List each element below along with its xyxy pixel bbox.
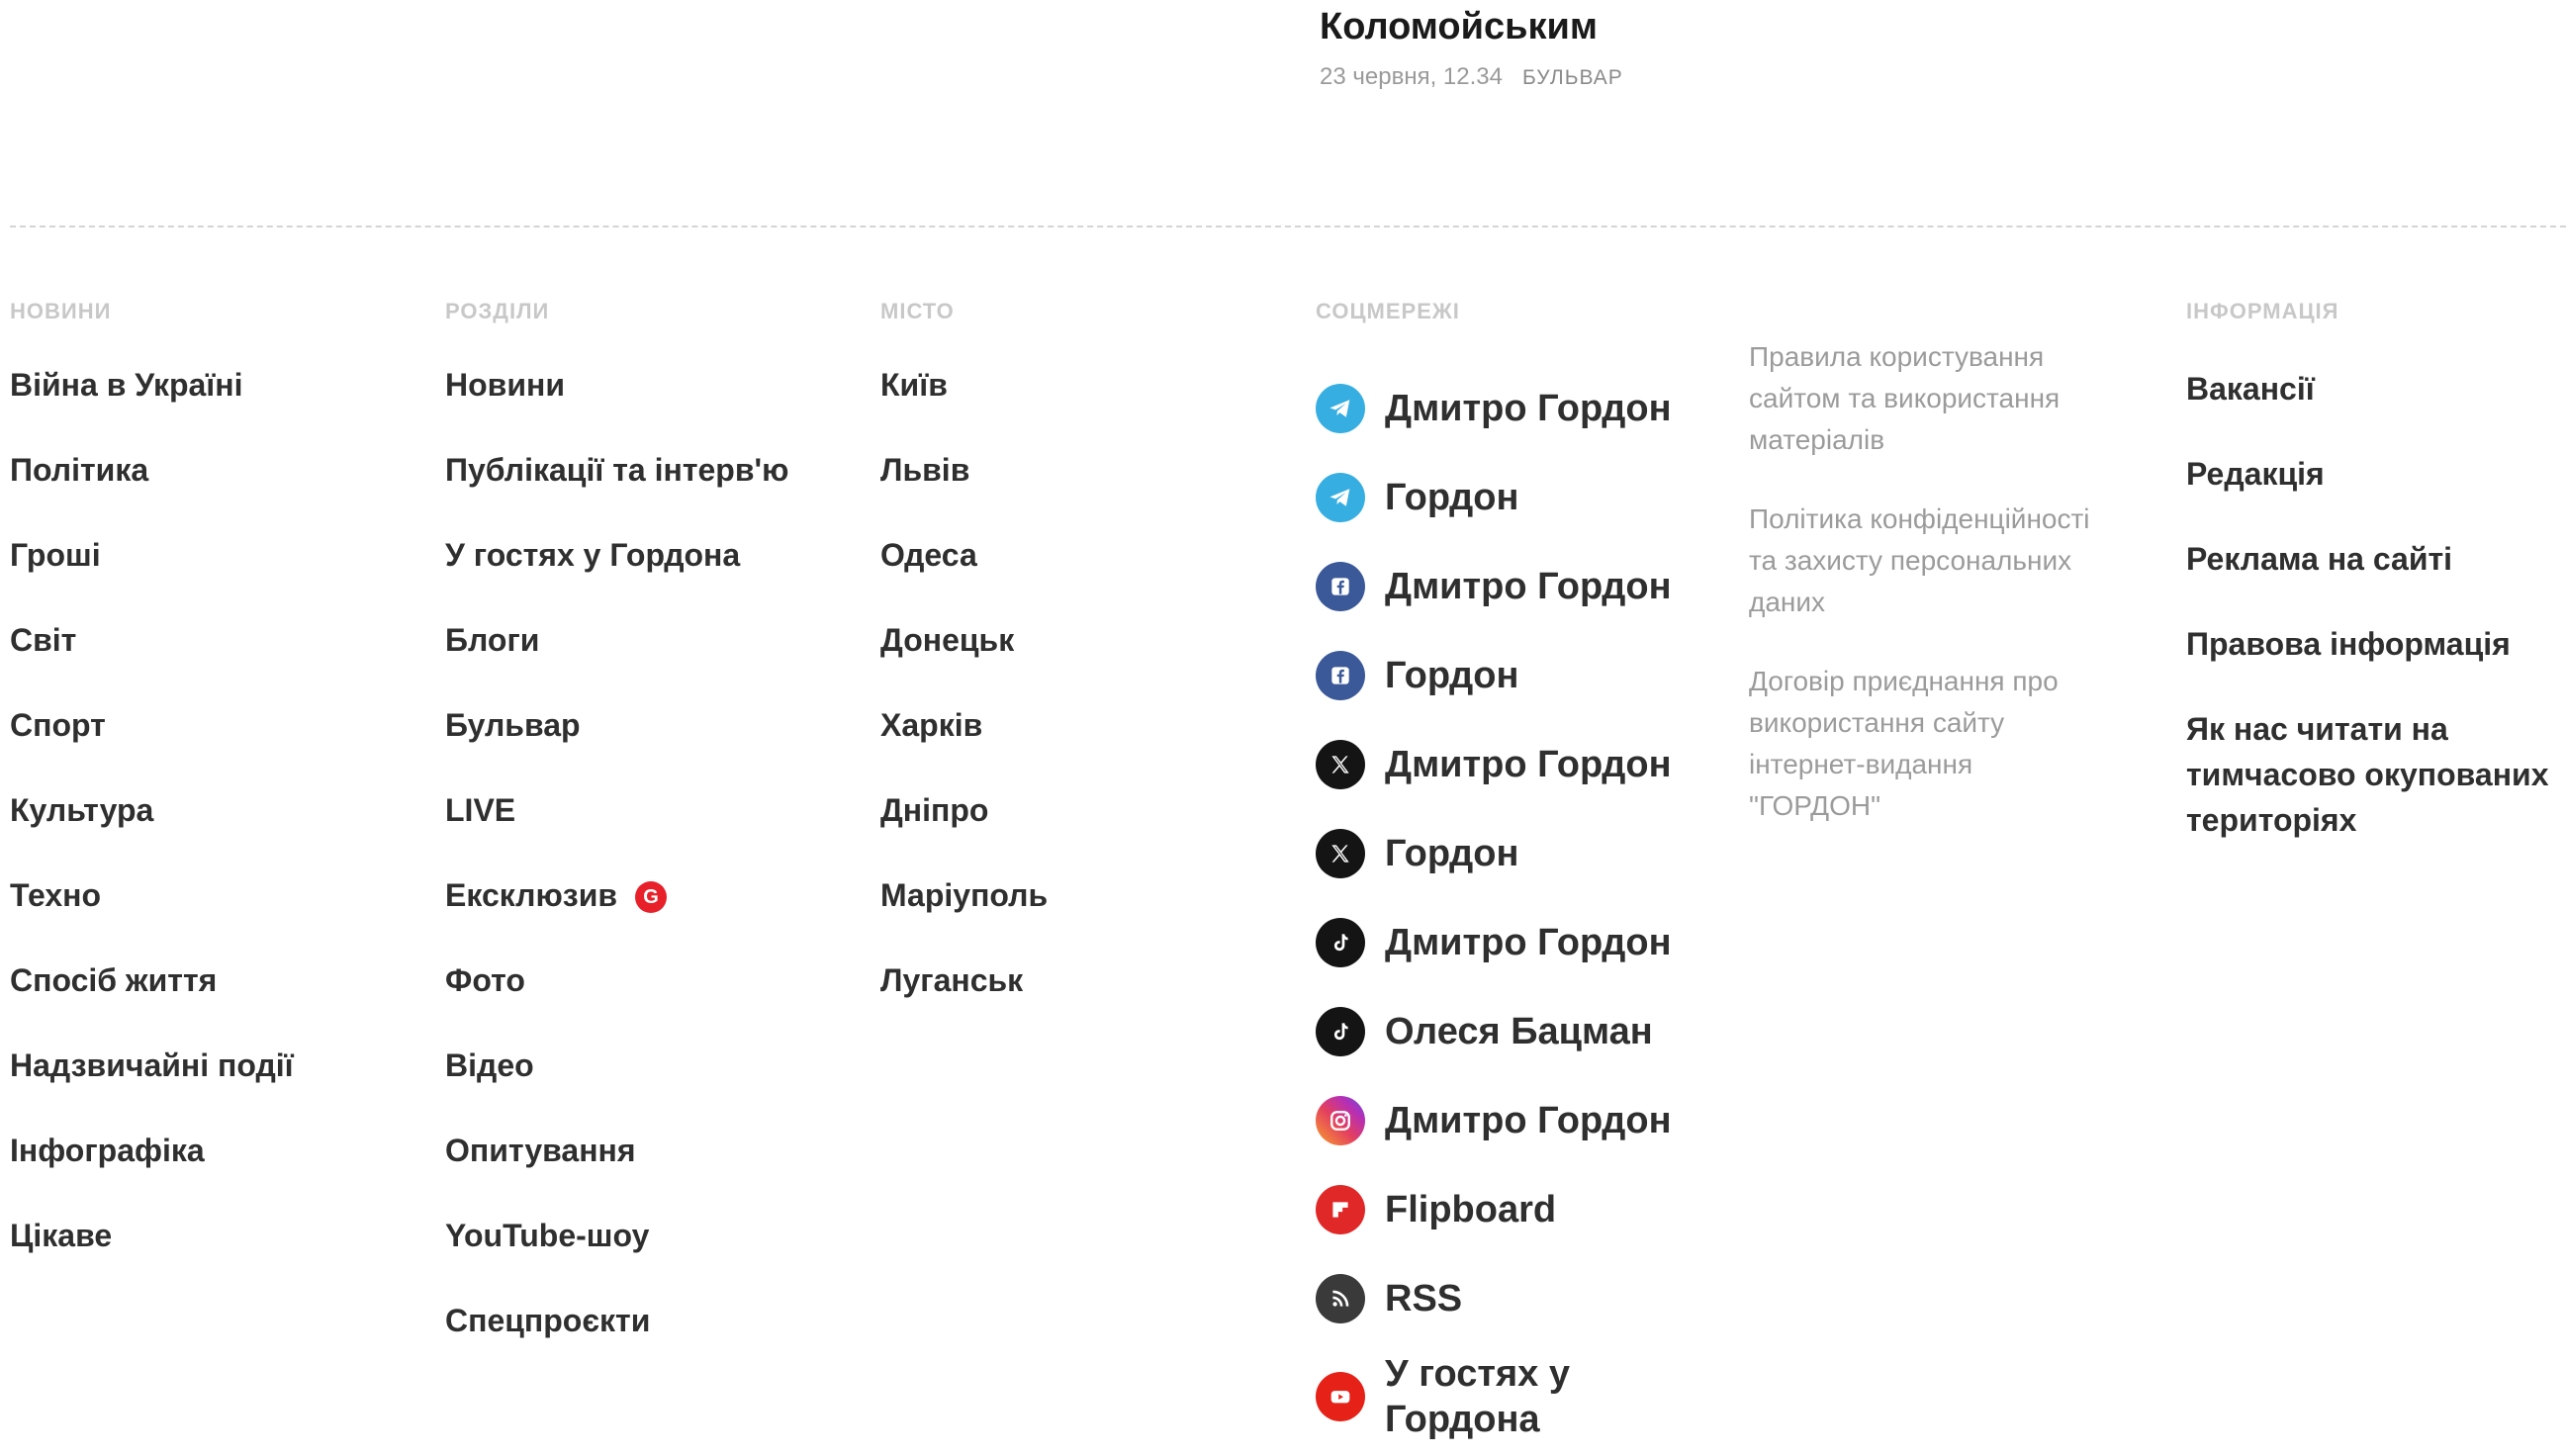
footer-info-column: ІНФОРМАЦІЯ Вакансії Редакція Реклама на … bbox=[2186, 297, 2566, 882]
news-heading: НОВИНИ bbox=[10, 299, 112, 323]
info-heading: ІНФОРМАЦІЯ bbox=[2186, 299, 2339, 323]
social-label: Дмитро Гордон bbox=[1385, 1100, 1672, 1141]
social-label: Дмитро Гордон bbox=[1385, 566, 1672, 607]
sections-item[interactable]: Відео bbox=[445, 1046, 861, 1132]
accession-agreement-link[interactable]: Договір приєднання про використання сайт… bbox=[1749, 661, 2105, 827]
social-label: Гордон bbox=[1385, 477, 1519, 518]
telegram-icon bbox=[1316, 384, 1365, 433]
news-item[interactable]: Спосіб життя bbox=[10, 961, 425, 1046]
news-item[interactable]: Війна в Україні bbox=[10, 366, 425, 451]
sections-item[interactable]: Бульвар bbox=[445, 706, 861, 791]
social-label: Гордон bbox=[1385, 833, 1519, 874]
news-item[interactable]: Світ bbox=[10, 621, 425, 706]
facebook-icon bbox=[1316, 562, 1365, 611]
city-item[interactable]: Одеса bbox=[880, 536, 1276, 621]
social-label: Дмитро Гордон bbox=[1385, 388, 1672, 429]
social-label: Flipboard bbox=[1385, 1189, 1557, 1230]
news-item[interactable]: Надзвичайні події bbox=[10, 1046, 425, 1132]
city-list: Київ Львів Одеса Донецьк Харків Дніпро М… bbox=[880, 366, 1276, 1046]
sections-item[interactable]: У гостях у Гордона bbox=[445, 536, 861, 621]
social-item-instagram[interactable]: Дмитро Гордон bbox=[1316, 1076, 1731, 1165]
article-meta: 23 червня, 12.34 БУЛЬВАР bbox=[1320, 63, 2012, 91]
rss-icon bbox=[1316, 1274, 1365, 1323]
info-item-advertising[interactable]: Реклама на сайті bbox=[2186, 536, 2566, 582]
social-item-facebook[interactable]: Гордон bbox=[1316, 631, 1731, 720]
info-item-editorial[interactable]: Редакція bbox=[2186, 451, 2566, 497]
article-date: 23 червня, 12.34 bbox=[1320, 63, 1503, 90]
info-item-legal[interactable]: Правова інформація bbox=[2186, 621, 2566, 667]
news-item[interactable]: Культура bbox=[10, 791, 425, 876]
footer-social-column: СОЦМЕРЕЖІ Дмитро Гордон Гордон Дмитро Го… bbox=[1316, 297, 1731, 1446]
social-label: Дмитро Гордон bbox=[1385, 744, 1672, 785]
page: Коломойським 23 червня, 12.34 БУЛЬВАР НО… bbox=[0, 0, 2566, 1456]
sections-list: Новини Публікації та інтерв'ю У гостях у… bbox=[445, 366, 861, 1387]
social-item-telegram[interactable]: Дмитро Гордон bbox=[1316, 364, 1731, 453]
social-list: Дмитро Гордон Гордон Дмитро Гордон Гордо… bbox=[1316, 364, 1731, 1446]
social-item-tiktok[interactable]: Дмитро Гордон bbox=[1316, 898, 1731, 987]
tiktok-icon bbox=[1316, 918, 1365, 967]
footer-divider bbox=[10, 226, 2566, 228]
social-label: Олеся Бацман bbox=[1385, 1011, 1653, 1052]
sections-item[interactable]: LIVE bbox=[445, 791, 861, 876]
city-item[interactable]: Маріуполь bbox=[880, 876, 1276, 961]
x-icon bbox=[1316, 740, 1365, 789]
footer-city-column: МІСТО Київ Львів Одеса Донецьк Харків Дн… bbox=[880, 297, 1276, 1046]
sections-item[interactable]: Фото bbox=[445, 961, 861, 1046]
flipboard-icon bbox=[1316, 1185, 1365, 1234]
info-item-vacancies[interactable]: Вакансії bbox=[2186, 366, 2566, 411]
sections-item-exclusive[interactable]: Ексклюзив G bbox=[445, 876, 861, 961]
city-item[interactable]: Луганськ bbox=[880, 961, 1276, 1046]
social-label: У гостях у Гордона bbox=[1385, 1353, 1570, 1440]
social-item-youtube[interactable]: У гостях у Гордона bbox=[1316, 1347, 1731, 1446]
news-item[interactable]: Техно bbox=[10, 876, 425, 961]
city-item[interactable]: Донецьк bbox=[880, 621, 1276, 706]
x-icon bbox=[1316, 829, 1365, 878]
facebook-icon bbox=[1316, 651, 1365, 700]
sections-item[interactable]: Спецпроєкти bbox=[445, 1302, 861, 1387]
city-heading: МІСТО bbox=[880, 299, 955, 323]
footer-news-column: НОВИНИ Війна в Україні Політика Гроші Св… bbox=[10, 297, 425, 1302]
sections-item[interactable]: Публікації та інтерв'ю bbox=[445, 451, 861, 536]
sections-item[interactable]: Опитування bbox=[445, 1132, 861, 1217]
news-item[interactable]: Політика bbox=[10, 451, 425, 536]
social-item-tiktok[interactable]: Олеся Бацман bbox=[1316, 987, 1731, 1076]
youtube-icon bbox=[1316, 1372, 1365, 1421]
news-item[interactable]: Спорт bbox=[10, 706, 425, 791]
social-item-rss[interactable]: RSS bbox=[1316, 1254, 1731, 1343]
news-item[interactable]: Інфографіка bbox=[10, 1132, 425, 1217]
article-title[interactable]: Коломойським bbox=[1320, 4, 2012, 49]
social-item-x[interactable]: Дмитро Гордон bbox=[1316, 720, 1731, 809]
tiktok-icon bbox=[1316, 1007, 1365, 1056]
news-list: Війна в Україні Політика Гроші Світ Спор… bbox=[10, 366, 425, 1302]
city-item[interactable]: Харків bbox=[880, 706, 1276, 791]
privacy-policy-link[interactable]: Політика конфіденційності та захисту пер… bbox=[1749, 499, 2105, 623]
instagram-icon bbox=[1316, 1096, 1365, 1145]
sections-item[interactable]: Блоги bbox=[445, 621, 861, 706]
telegram-icon bbox=[1316, 473, 1365, 522]
social-item-telegram[interactable]: Гордон bbox=[1316, 453, 1731, 542]
sections-item[interactable]: YouTube-шоу bbox=[445, 1217, 861, 1302]
news-item[interactable]: Гроші bbox=[10, 536, 425, 621]
social-label: RSS bbox=[1385, 1278, 1463, 1320]
sections-heading: РОЗДІЛИ bbox=[445, 299, 550, 323]
news-item[interactable]: Цікаве bbox=[10, 1217, 425, 1302]
footer-sections-column: РОЗДІЛИ Новини Публікації та інтерв'ю У … bbox=[445, 297, 861, 1387]
social-heading: СОЦМЕРЕЖІ bbox=[1316, 299, 1460, 323]
social-item-x[interactable]: Гордон bbox=[1316, 809, 1731, 898]
social-item-facebook[interactable]: Дмитро Гордон bbox=[1316, 542, 1731, 631]
social-label: Гордон bbox=[1385, 655, 1519, 696]
article-teaser: Коломойським 23 червня, 12.34 БУЛЬВАР bbox=[1320, 0, 2012, 91]
footer-legal-column: Правила користування сайтом та використа… bbox=[1749, 336, 2105, 864]
social-item-flipboard[interactable]: Flipboard bbox=[1316, 1165, 1731, 1254]
terms-of-use-link[interactable]: Правила користування сайтом та використа… bbox=[1749, 336, 2105, 461]
info-item-occupied-territories[interactable]: Як нас читати на тимчасово окупованих те… bbox=[2186, 706, 2566, 843]
gordon-g-icon: G bbox=[635, 881, 668, 913]
info-list: Вакансії Редакція Реклама на сайті Право… bbox=[2186, 366, 2566, 843]
article-category[interactable]: БУЛЬВАР bbox=[1522, 66, 1623, 90]
city-item[interactable]: Київ bbox=[880, 366, 1276, 451]
city-item[interactable]: Львів bbox=[880, 451, 1276, 536]
sections-item[interactable]: Новини bbox=[445, 366, 861, 451]
social-label: Дмитро Гордон bbox=[1385, 922, 1672, 963]
city-item[interactable]: Дніпро bbox=[880, 791, 1276, 876]
